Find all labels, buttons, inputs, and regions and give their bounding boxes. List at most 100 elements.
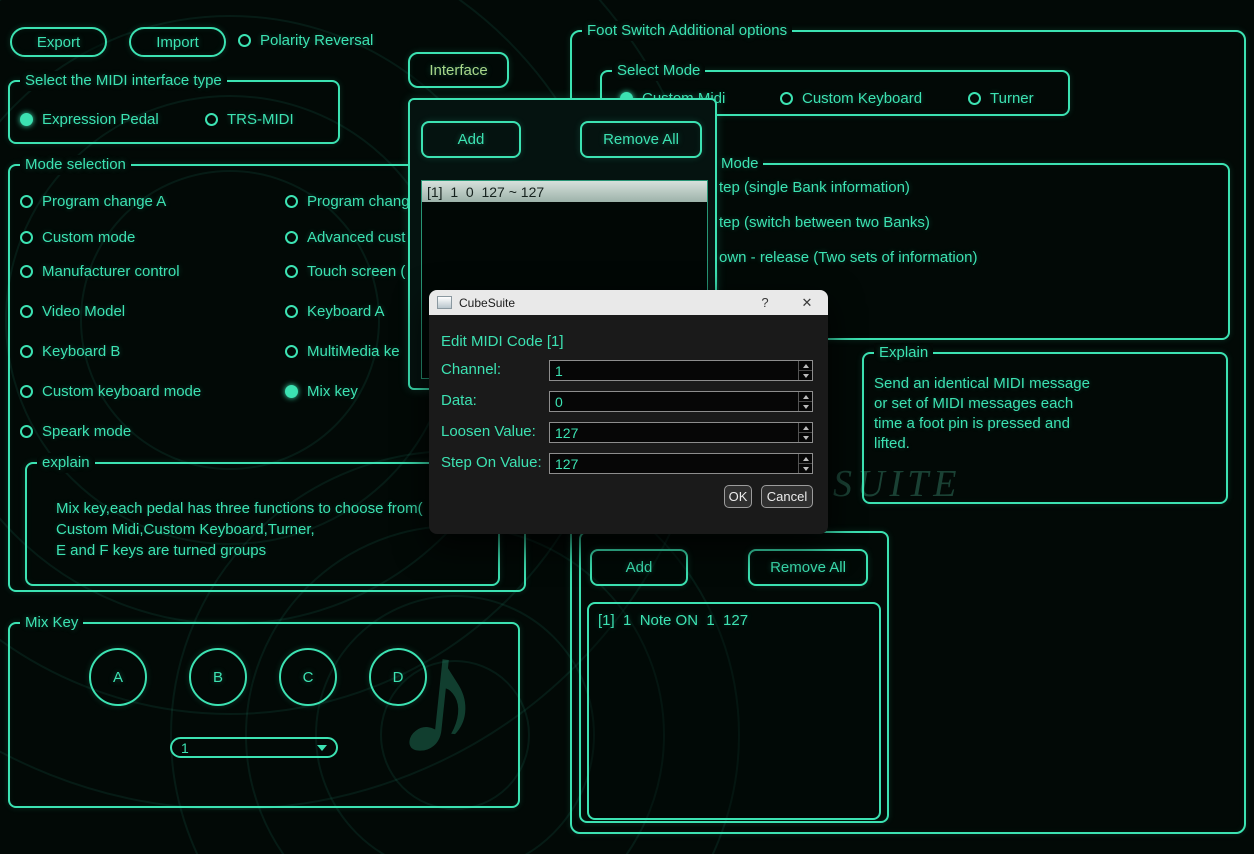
- radio-speark-mode[interactable]: Speark mode: [20, 422, 131, 440]
- radio-touch-screen[interactable]: Touch screen (: [285, 262, 405, 280]
- explain-line: Mix key,each pedal has three functions t…: [56, 500, 423, 517]
- chevron-down-icon: [317, 744, 327, 751]
- midi-remove-all-button[interactable]: Remove All: [580, 121, 702, 158]
- explain-right-group-title: Explain: [874, 343, 934, 363]
- spin-down-icon[interactable]: [799, 464, 812, 473]
- pedal-a-button[interactable]: A: [89, 648, 147, 706]
- data-value: 0: [555, 393, 563, 410]
- radio-manufacturer-control[interactable]: Manufacturer control: [20, 262, 180, 280]
- data-spinbox[interactable]: 0: [549, 391, 813, 412]
- note-remove-all-button[interactable]: Remove All: [748, 549, 868, 586]
- spin-up-icon[interactable]: [799, 454, 812, 464]
- dialog-titlebar[interactable]: CubeSuite ? ✕: [429, 290, 828, 315]
- radio-custom-keyboard-mode[interactable]: Custom keyboard mode: [20, 382, 201, 400]
- app-icon: [437, 296, 452, 309]
- radio-label: Video Model: [42, 302, 126, 320]
- radio-dot-icon: [20, 194, 33, 208]
- radio-video-model[interactable]: Video Model: [20, 302, 125, 320]
- ok-button[interactable]: OK: [724, 485, 752, 508]
- spin-up-icon[interactable]: [799, 361, 812, 371]
- bank-mode-group-title: Mode: [717, 155, 763, 172]
- interface-button[interactable]: Interface: [408, 52, 509, 88]
- radio-keyboard-a[interactable]: Keyboard A: [285, 302, 385, 320]
- radio-expression-pedal[interactable]: Expression Pedal: [20, 110, 159, 128]
- radio-dot-icon: [20, 230, 33, 244]
- spin-arrows: [798, 392, 812, 411]
- bank-mode-option: tep (single Bank information): [719, 179, 910, 196]
- export-button[interactable]: Export: [10, 27, 107, 57]
- midi-code-list-item-selected[interactable]: [1] 1 0 127 ~ 127: [422, 181, 707, 202]
- radio-dot-icon: [285, 384, 298, 398]
- radio-custom-mode[interactable]: Custom mode: [20, 228, 135, 246]
- loosen-value-spinbox[interactable]: 127: [549, 422, 813, 443]
- radio-turner[interactable]: Turner: [968, 89, 1034, 107]
- mix-key-dropdown[interactable]: 1: [170, 737, 338, 758]
- radio-label: Keyboard A: [307, 302, 385, 320]
- step-on-value-spinbox[interactable]: 127: [549, 453, 813, 474]
- radio-keyboard-b[interactable]: Keyboard B: [20, 342, 120, 360]
- spin-down-icon[interactable]: [799, 371, 812, 380]
- radio-advanced-custom[interactable]: Advanced cust: [285, 228, 405, 246]
- mix-key-group-title: Mix Key: [20, 613, 84, 633]
- note-add-button[interactable]: Add: [590, 549, 688, 586]
- radio-trs-midi[interactable]: TRS-MIDI: [205, 110, 294, 128]
- radio-mix-key[interactable]: Mix key: [285, 382, 358, 400]
- radio-label: Program change A: [42, 192, 167, 210]
- mix-key-dropdown-value: 1: [181, 739, 189, 756]
- radio-label: TRS-MIDI: [227, 110, 294, 128]
- dialog-heading: Edit MIDI Code [1]: [441, 333, 564, 350]
- explain-line: time a foot pin is pressed and: [874, 415, 1070, 432]
- loosen-value-label: Loosen Value:: [441, 423, 536, 440]
- spin-arrows: [798, 361, 812, 380]
- midi-add-button[interactable]: Add: [421, 121, 521, 158]
- pedal-b-button[interactable]: B: [189, 648, 247, 706]
- radio-polarity-reversal[interactable]: Polarity Reversal: [238, 31, 373, 49]
- radio-dot-icon: [238, 33, 251, 47]
- radio-label: Manufacturer control: [42, 262, 180, 280]
- radio-label: Custom keyboard mode: [42, 382, 202, 400]
- radio-dot-icon: [285, 304, 298, 318]
- radio-label: Custom mode: [42, 228, 136, 246]
- radio-multimedia-keyboard[interactable]: MultiMedia ke: [285, 342, 400, 360]
- channel-value: 1: [555, 362, 563, 379]
- explain-line: lifted.: [874, 435, 910, 452]
- explain-right-text: Send an identical MIDI message or set of…: [874, 374, 1090, 454]
- edit-midi-code-dialog: CubeSuite ? ✕ Edit MIDI Code [1] Channel…: [429, 290, 828, 534]
- spin-down-icon[interactable]: [799, 402, 812, 411]
- radio-dot-icon: [968, 91, 981, 105]
- spin-up-icon[interactable]: [799, 423, 812, 433]
- spin-down-icon[interactable]: [799, 433, 812, 442]
- radio-program-change-a[interactable]: Program change A: [20, 192, 166, 210]
- help-button[interactable]: ?: [744, 290, 786, 315]
- radio-label: Advanced cust: [307, 228, 406, 246]
- bank-mode-option: tep (switch between two Banks): [719, 214, 930, 231]
- radio-label: Mix key: [307, 382, 358, 400]
- radio-dot-icon: [205, 112, 218, 126]
- pedal-c-button[interactable]: C: [279, 648, 337, 706]
- radio-program-change-b[interactable]: Program chang: [285, 192, 410, 210]
- radio-label: MultiMedia ke: [307, 342, 400, 360]
- radio-custom-keyboard[interactable]: Custom Keyboard: [780, 89, 922, 107]
- radio-label: Keyboard B: [42, 342, 121, 360]
- pedal-d-button[interactable]: D: [369, 648, 427, 706]
- radio-label: Speark mode: [42, 422, 132, 440]
- foot-switch-group-title: Foot Switch Additional options: [582, 21, 793, 41]
- radio-dot-icon: [20, 344, 33, 358]
- close-button[interactable]: ✕: [786, 290, 828, 315]
- spin-up-icon[interactable]: [799, 392, 812, 402]
- radio-label: Polarity Reversal: [260, 31, 374, 49]
- spin-arrows: [798, 454, 812, 473]
- radio-label: Touch screen (: [307, 262, 406, 280]
- import-button[interactable]: Import: [129, 27, 226, 57]
- radio-dot-icon: [780, 91, 793, 105]
- note-list-item[interactable]: [1] 1 Note ON 1 127: [598, 612, 748, 629]
- mode-selection-group-title: Mode selection: [20, 155, 131, 175]
- note-list[interactable]: [1] 1 Note ON 1 127: [587, 602, 881, 820]
- cancel-button[interactable]: Cancel: [761, 485, 813, 508]
- interface-type-group-title: Select the MIDI interface type: [20, 71, 227, 91]
- radio-dot-icon: [20, 112, 33, 126]
- channel-spinbox[interactable]: 1: [549, 360, 813, 381]
- explain-left-group-title: explain: [37, 453, 95, 473]
- data-label: Data:: [441, 392, 477, 409]
- explain-left-text: Mix key,each pedal has three functions t…: [56, 498, 423, 561]
